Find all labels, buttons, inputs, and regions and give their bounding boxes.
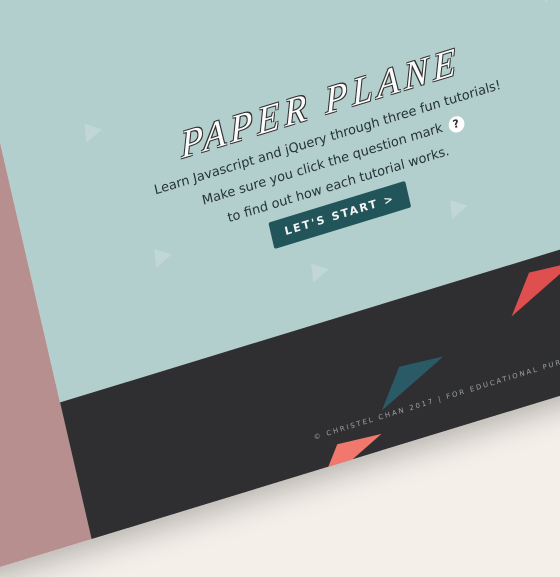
paper-plane-icon (76, 117, 102, 143)
website-mockup: PAPER PLANE Learn Javascript and jQuery … (0, 0, 560, 577)
paper-plane-icon (303, 256, 329, 283)
paper-plane-icon (535, 0, 560, 3)
paper-plane-icon (442, 193, 468, 220)
question-mark-icon[interactable]: ? (446, 114, 466, 135)
